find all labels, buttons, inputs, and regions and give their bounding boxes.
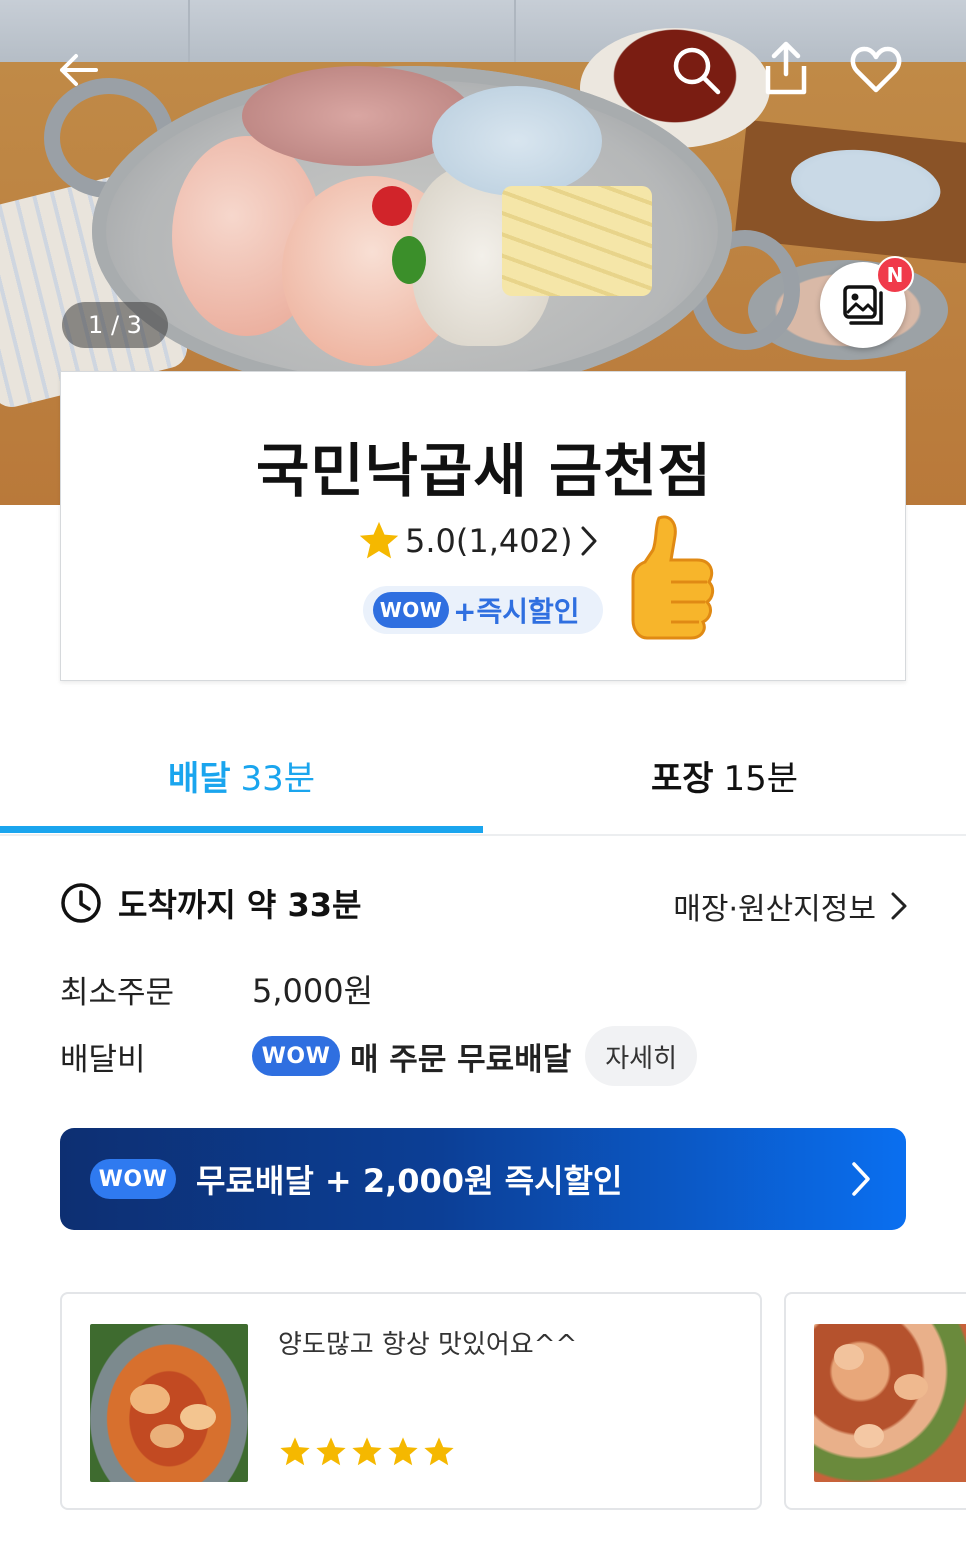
store-card: 국민낙곱새 금천점 5.0(1,402) WOW +즉시할인: [60, 371, 906, 681]
thumbs-up-icon: [631, 515, 715, 640]
chevron-right-icon: [852, 1162, 870, 1196]
delivery-mode-tabs: 배달 33분 포장 15분: [0, 716, 966, 836]
wow-discount-pill[interactable]: WOW +즉시할인: [363, 586, 603, 634]
share-icon: [765, 41, 807, 95]
wow-promo-banner[interactable]: WOW 무료배달 + 2,000원 즉시할인: [60, 1128, 906, 1230]
wow-badge: WOW: [373, 592, 449, 628]
instant-discount-label: +즉시할인: [453, 595, 580, 628]
tab-pickup-time: 15분: [723, 758, 799, 799]
photo-gallery-icon: [843, 285, 883, 325]
arrival-time: 도착까지 약 33분: [60, 880, 361, 926]
hero-background-wall: [0, 0, 966, 62]
star-icon: [388, 1437, 418, 1466]
star-icon: [316, 1437, 346, 1466]
tab-pickup-label: 포장: [650, 758, 714, 799]
min-order-label: 최소주문: [60, 974, 175, 1011]
clock-icon: [61, 883, 101, 923]
image-page-indicator: 1 / 3: [62, 302, 168, 348]
new-photos-badge: N: [876, 256, 914, 294]
new-badge-text: N: [886, 263, 904, 287]
page-indicator-text: 1 / 3: [88, 311, 142, 339]
heart-icon: [850, 46, 902, 93]
store-name: 국민낙곱새 금천점: [255, 437, 713, 505]
arrival-text: 도착까지 약 33분: [118, 886, 362, 924]
review-photo: [814, 1324, 966, 1482]
search-icon: [673, 47, 721, 95]
review-stars: [278, 1436, 456, 1468]
review-photo: [90, 1324, 248, 1482]
min-order-value: 5,000원: [252, 972, 374, 1010]
delivery-fee-value: 매 주문 무료배달: [350, 1041, 572, 1078]
banner-text: 무료배달 + 2,000원 즉시할인: [196, 1162, 623, 1200]
star-icon: [280, 1437, 310, 1466]
favorite-button[interactable]: [846, 40, 906, 100]
rating-text: 5.0(1,402): [405, 522, 573, 560]
star-icon: [424, 1437, 454, 1466]
delivery-fee-row: 배달비 WOW 매 주문 무료배달 자세히: [60, 1026, 697, 1086]
wow-badge: WOW: [252, 1036, 340, 1076]
chevron-right-icon: [581, 526, 597, 556]
review-card-next[interactable]: [784, 1292, 966, 1510]
back-button[interactable]: [48, 40, 108, 100]
search-button[interactable]: [666, 40, 726, 100]
active-tab-indicator: [0, 826, 483, 833]
review-card[interactable]: 양도많고 항상 맛있어요^^: [60, 1292, 762, 1510]
back-arrow-icon: [60, 54, 98, 86]
hero-pot: [92, 66, 732, 396]
wow-badge: WOW: [90, 1159, 176, 1199]
chevron-right-icon: [891, 892, 907, 920]
delivery-fee-label: 배달비: [60, 1041, 146, 1078]
share-button[interactable]: [756, 38, 816, 98]
tab-delivery[interactable]: 배달 33분: [0, 716, 483, 834]
tab-delivery-label: 배달: [167, 758, 231, 799]
store-info-text: 매장·원산지정보: [673, 892, 876, 927]
star-icon: [359, 521, 399, 559]
star-icon: [352, 1437, 382, 1466]
tab-pickup[interactable]: 포장 15분: [483, 716, 966, 834]
store-origin-info-link[interactable]: 매장·원산지정보: [673, 884, 910, 928]
min-order-row: 최소주문 5,000원: [60, 966, 373, 1012]
delivery-fee-detail-button[interactable]: 자세히: [585, 1026, 697, 1086]
review-text: 양도많고 항상 맛있어요^^: [278, 1330, 578, 1360]
rating-link[interactable]: 5.0(1,402): [357, 520, 602, 562]
tab-delivery-time: 33분: [240, 758, 316, 799]
